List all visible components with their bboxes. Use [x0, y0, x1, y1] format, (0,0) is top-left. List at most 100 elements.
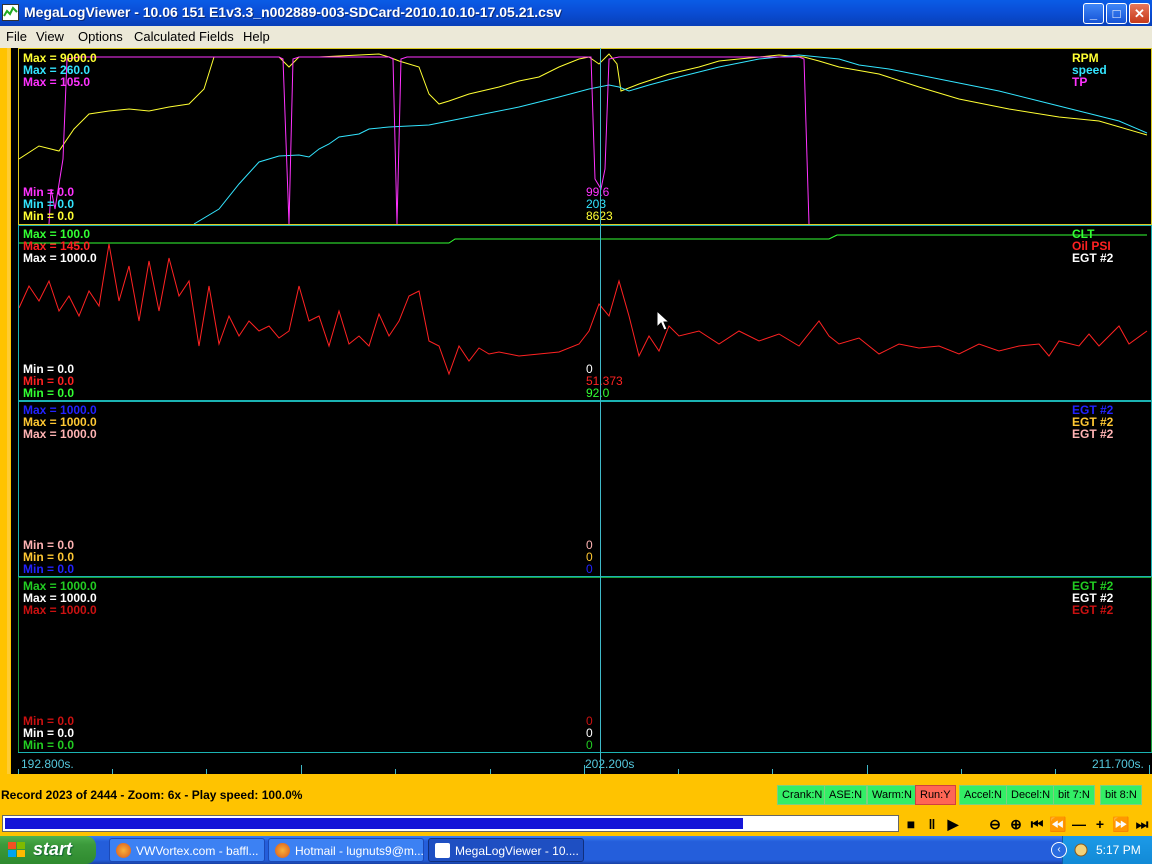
close-button[interactable]: ✕	[1129, 3, 1150, 24]
taskbar-item-label: VWVortex.com - baffl...	[136, 844, 259, 858]
panel-3-series-egt-c: EGT #2	[1072, 427, 1114, 441]
start-label: start	[33, 839, 73, 859]
maximize-icon: □	[1112, 6, 1121, 21]
title-bar: MegaLogViewer - 10.06 151 E1v3.3_n002889…	[0, 0, 1152, 26]
menu-options[interactable]: Options	[78, 29, 123, 44]
panel-1-max-tp: Max = 105.0	[23, 75, 91, 89]
start-button[interactable]: start	[0, 836, 96, 864]
pause-icon: ‖	[928, 816, 936, 832]
zoom-out-button[interactable]: ⊖	[986, 815, 1004, 833]
window-title: MegaLogViewer - 10.06 151 E1v3.3_n002889…	[24, 4, 562, 20]
go-to-end-icon: ⏭	[1135, 816, 1149, 832]
plus-icon: +	[1095, 816, 1105, 832]
playback-progress-fill	[5, 818, 743, 829]
panel-4-cursor-egt-a: 0	[586, 738, 593, 752]
panel-4-min-egt-a: Min = 0.0	[23, 738, 75, 752]
chart-frame: Max = 9000.0 Max = 260.0 Max = 105.0 Min…	[0, 48, 1152, 775]
firefox-icon	[275, 843, 290, 858]
fast-forward-icon: ⏩	[1112, 816, 1130, 832]
playback-controls-row: ■ ‖ ▶ ⊖ ⊕ ⏮ ⏪ — + ⏩ ⏭	[0, 812, 1152, 836]
panel-3-max-egt-c: Max = 1000.0	[23, 427, 97, 441]
rewind-button[interactable]: ⏪	[1049, 815, 1067, 833]
show-hidden-icons-icon[interactable]: ‹	[1051, 842, 1067, 858]
flag-crank: Crank:N	[777, 785, 828, 805]
pause-button[interactable]: ‖	[923, 815, 941, 833]
system-tray: ‹ 5:17 PM	[1051, 836, 1152, 864]
panel-2-series-egt: EGT #2	[1072, 251, 1114, 265]
zoom-out-icon: ⊖	[989, 816, 1001, 832]
taskbar-item-label: Hotmail - lugnuts9@m...	[295, 844, 424, 858]
flag-accel: Accel:N	[959, 785, 1007, 805]
play-button[interactable]: ▶	[944, 815, 962, 833]
graph-panel-4[interactable]: Max = 1000.0 Max = 1000.0 Max = 1000.0 M…	[18, 577, 1152, 753]
clt-trace	[19, 234, 1147, 244]
speed-trace	[193, 54, 1148, 224]
taskbar-item-vwvortex[interactable]: VWVortex.com - baffl...	[109, 838, 265, 862]
step-forward-button[interactable]: +	[1091, 815, 1109, 833]
left-scroll-bar[interactable]	[7, 48, 10, 774]
step-back-button[interactable]: —	[1070, 815, 1088, 833]
taskbar-item-hotmail[interactable]: Hotmail - lugnuts9@m...	[268, 838, 424, 862]
left-gutter	[11, 48, 18, 774]
flag-bit-8: bit 8:N	[1100, 785, 1142, 805]
maximize-button[interactable]: □	[1106, 3, 1127, 24]
tp-trace	[48, 56, 810, 224]
record-status: Record 2023 of 2444 - Zoom: 6x - Play sp…	[1, 788, 303, 802]
panel-1-series-tp: TP	[1072, 75, 1088, 89]
time-cursor-label: 202.200s	[585, 757, 635, 771]
go-to-start-button[interactable]: ⏮	[1028, 815, 1046, 833]
log-plot-area[interactable]: Max = 9000.0 Max = 260.0 Max = 105.0 Min…	[18, 48, 1152, 775]
megalogviewer-icon	[435, 843, 450, 858]
graph-panel-1[interactable]: Max = 9000.0 Max = 260.0 Max = 105.0 Min…	[18, 48, 1152, 225]
taskbar: start VWVortex.com - baffl... Hotmail - …	[0, 836, 1152, 864]
menu-calculated-fields[interactable]: Calculated Fields	[134, 29, 234, 44]
panel-2-min-clt: Min = 0.0	[23, 386, 75, 400]
panel-1-min-rpm: Min = 0.0	[23, 209, 75, 223]
close-icon: ✕	[1134, 6, 1145, 21]
panel-2-traces	[19, 234, 1148, 376]
minimize-icon: _	[1089, 6, 1098, 21]
zoom-in-button[interactable]: ⊕	[1007, 815, 1025, 833]
playback-progress-bar[interactable]	[2, 815, 899, 832]
fast-forward-button[interactable]: ⏩	[1112, 815, 1130, 833]
tray-app-icon[interactable]	[1073, 842, 1089, 858]
minimize-button[interactable]: _	[1083, 3, 1104, 24]
flag-warm: Warm:N	[867, 785, 917, 805]
zoom-in-icon: ⊕	[1010, 816, 1022, 832]
stop-button[interactable]: ■	[902, 815, 920, 833]
time-start-label: 192.800s.	[21, 757, 74, 771]
megalogviewer-icon[interactable]	[2, 4, 19, 21]
clock: 5:17 PM	[1096, 843, 1141, 857]
time-axis: 192.800s. 202.200s 211.700s.	[18, 752, 1152, 775]
panel-2-cursor-clt: 92.0	[586, 386, 610, 400]
menu-file[interactable]: File	[6, 29, 27, 44]
oil-psi-trace	[19, 243, 1148, 376]
go-to-end-button[interactable]: ⏭	[1133, 815, 1151, 833]
menu-help[interactable]: Help	[243, 29, 270, 44]
taskbar-item-megalogviewer[interactable]: MegaLogViewer - 10....	[428, 838, 584, 862]
graph-panel-2[interactable]: Max = 100.0 Max = 145.0 Max = 1000.0 Min…	[18, 225, 1152, 401]
flag-decel: Decel:N	[1006, 785, 1056, 805]
status-row: Record 2023 of 2444 - Zoom: 6x - Play sp…	[0, 774, 1152, 812]
panel-3-min-egt-a: Min = 0.0	[23, 562, 75, 576]
taskbar-item-label: MegaLogViewer - 10....	[455, 844, 579, 858]
flag-bit-7: bit 7:N	[1053, 785, 1095, 805]
minus-icon: —	[1072, 816, 1086, 832]
panel-1-traces	[19, 53, 1148, 224]
flag-run: Run:Y	[915, 785, 956, 805]
panel-4-series-egt-c: EGT #2	[1072, 603, 1114, 617]
flag-ase: ASE:N	[824, 785, 868, 805]
rpm-trace	[19, 53, 1148, 160]
panel-4-max-egt-c: Max = 1000.0	[23, 603, 97, 617]
stop-icon: ■	[906, 816, 916, 832]
firefox-icon	[116, 843, 131, 858]
panel-2-max-egt: Max = 1000.0	[23, 251, 97, 265]
panel-3-cursor-egt-a: 0	[586, 562, 593, 576]
menu-view[interactable]: View	[36, 29, 64, 44]
graph-panel-3[interactable]: Max = 1000.0 Max = 1000.0 Max = 1000.0 M…	[18, 401, 1152, 577]
mouse-pointer-icon	[656, 310, 670, 331]
windows-logo-icon	[8, 842, 25, 857]
rewind-icon: ⏪	[1049, 816, 1067, 832]
time-end-label: 211.700s.	[1092, 757, 1144, 771]
time-cursor-line[interactable]	[600, 48, 601, 774]
